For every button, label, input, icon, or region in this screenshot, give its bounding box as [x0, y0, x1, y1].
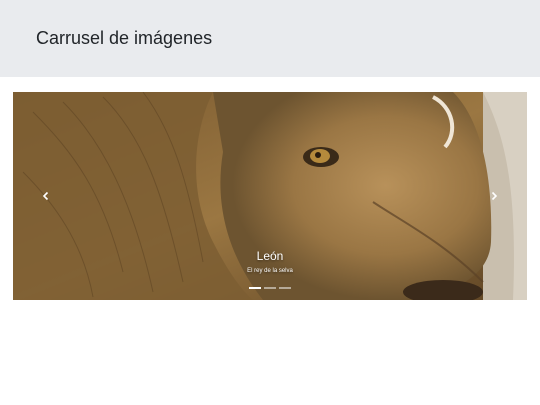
- slide-title: León: [256, 249, 284, 263]
- chevron-left-icon: [42, 191, 49, 201]
- slide-caption: León El rey de la selva: [13, 249, 527, 275]
- carousel-indicator-1[interactable]: [249, 287, 261, 289]
- carousel-indicator-2[interactable]: [264, 287, 276, 289]
- page-header: Carrusel de imágenes: [0, 0, 540, 77]
- carousel-indicator-3[interactable]: [279, 287, 291, 289]
- slide-subtitle: El rey de la selva: [247, 268, 293, 274]
- chevron-right-icon: [491, 191, 498, 201]
- page-title: Carrusel de imágenes: [36, 28, 213, 48]
- image-carousel: León El rey de la selva: [13, 92, 527, 300]
- carousel-indicators: [13, 287, 527, 289]
